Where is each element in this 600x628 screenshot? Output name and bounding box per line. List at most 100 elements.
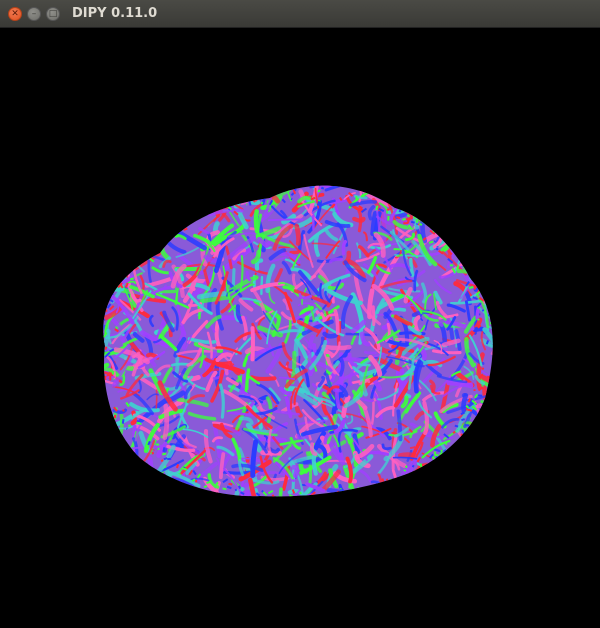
- fiber-edge-tuft: [418, 222, 423, 226]
- fiber-edge-tuft: [411, 464, 415, 468]
- fiber-streamline: [448, 212, 465, 231]
- fiber-streamline: [162, 485, 183, 493]
- fiber-edge-tuft: [435, 247, 439, 251]
- fiber-edge-tuft: [103, 303, 108, 310]
- close-icon: ✕: [11, 8, 19, 19]
- fiber-streamline: [469, 430, 478, 445]
- fiber-streamline: [173, 494, 188, 497]
- fiber-streamline: [142, 502, 154, 526]
- fiber-edge-tuft: [253, 198, 257, 203]
- fiber-edge-tuft: [461, 418, 466, 422]
- fiber-streamline: [105, 221, 119, 235]
- fiber-edge-tuft: [103, 306, 108, 313]
- fiber-edge-tuft: [273, 498, 275, 499]
- fiber-streamline: [237, 189, 268, 198]
- fiber-streamline: [172, 185, 184, 192]
- fiber-streamline: [131, 221, 155, 241]
- fiber-streamline: [315, 175, 328, 183]
- minimize-icon: –: [31, 8, 37, 19]
- fiber-streamline: [273, 155, 294, 179]
- fiber-edge-tuft: [111, 370, 115, 375]
- title-bar[interactable]: ✕ – □ DIPY 0.11.0: [0, 0, 600, 28]
- fiber-streamline: [424, 189, 432, 223]
- fiber-streamline: [445, 196, 452, 228]
- fiber-streamline: [245, 368, 251, 391]
- fiber-streamline: [103, 460, 121, 471]
- fiber-streamline: [487, 416, 493, 453]
- fiber-streamline: [480, 400, 493, 404]
- fiber-streamline: [380, 209, 387, 243]
- fiber-edge-tuft: [389, 478, 395, 482]
- fiber-edge-tuft: [98, 327, 100, 328]
- fiber-streamline: [413, 484, 418, 497]
- fiber-streamline: [481, 254, 493, 281]
- fiber-edge-tuft: [100, 322, 102, 323]
- fiber-edge-tuft: [355, 196, 358, 201]
- fiber-streamline: [432, 217, 466, 227]
- fiber-edge-tuft: [271, 502, 273, 506]
- fiber-edge-tuft: [401, 217, 406, 221]
- fiber-streamline: [475, 401, 493, 409]
- fiber-streamline: [103, 453, 114, 461]
- fiber-streamline: [464, 229, 472, 244]
- minimize-button[interactable]: –: [27, 7, 41, 21]
- render-viewport[interactable]: [0, 28, 600, 628]
- fiber-streamline: [321, 344, 352, 351]
- fiber-edge-tuft: [175, 221, 180, 226]
- fiber-streamline: [330, 159, 353, 181]
- fiber-streamline: [266, 185, 274, 197]
- fiber-streamline: [152, 486, 171, 497]
- fiber-edge-tuft: [128, 424, 131, 427]
- fiber-edge-tuft: [278, 501, 282, 504]
- fiber-edge-tuft: [381, 481, 386, 488]
- fiber-streamline: [95, 477, 99, 492]
- fiber-streamline: [408, 185, 444, 187]
- fiber-streamline: [457, 185, 470, 187]
- fiber-streamline: [88, 229, 96, 262]
- fiber-streamline: [457, 441, 466, 460]
- fiber-edge-tuft: [467, 408, 473, 412]
- fiber-streamline: [491, 261, 493, 276]
- fiber-streamline: [150, 199, 164, 214]
- fiber-streamline: [464, 207, 478, 219]
- fiber-edge-tuft: [157, 447, 160, 451]
- fiber-edge-tuft: [436, 456, 441, 460]
- fiber-streamline: [474, 270, 493, 283]
- fiber-streamline: [137, 188, 172, 193]
- fiber-streamline: [456, 244, 476, 253]
- fiber-edge-tuft: [495, 347, 500, 348]
- fiber-streamline: [267, 218, 304, 222]
- fiber-edge-tuft: [163, 234, 167, 239]
- fiber-streamline: [112, 185, 117, 191]
- fiber-streamline: [326, 487, 356, 497]
- fiber-streamline: [289, 167, 300, 179]
- fiber-streamline: [125, 449, 133, 461]
- fiber-streamline: [448, 185, 456, 187]
- fiber-streamline: [485, 206, 493, 232]
- fiber-edge-tuft: [320, 186, 325, 190]
- fiber-streamline: [371, 305, 376, 327]
- close-button[interactable]: ✕: [8, 7, 22, 21]
- fiber-streamline: [103, 487, 106, 497]
- fiber-streamline: [383, 187, 398, 194]
- fiber-edge-tuft: [396, 216, 401, 220]
- fiber-edge-tuft: [101, 334, 103, 338]
- fiber-streamline: [357, 209, 363, 233]
- fiber-streamline: [103, 185, 108, 200]
- fiber-streamline: [433, 448, 467, 465]
- fiber-streamline: [481, 433, 493, 467]
- fiber-streamline: [103, 261, 108, 276]
- fiber-edge-tuft: [143, 252, 149, 258]
- fiber-edge-tuft: [375, 487, 381, 494]
- maximize-button[interactable]: □: [46, 7, 60, 21]
- fiber-edge-tuft: [448, 244, 452, 247]
- fiber-edge-tuft: [281, 506, 282, 510]
- fiber-streamline: [478, 435, 493, 446]
- fiber-edge-tuft: [248, 200, 252, 206]
- fiber-edge-tuft: [316, 200, 321, 206]
- fiber-streamline: [312, 499, 336, 501]
- fiber-streamline: [468, 469, 493, 493]
- fiber-streamline: [144, 190, 157, 219]
- fiber-edge-tuft: [234, 488, 238, 492]
- fiber-streamline: [470, 422, 491, 427]
